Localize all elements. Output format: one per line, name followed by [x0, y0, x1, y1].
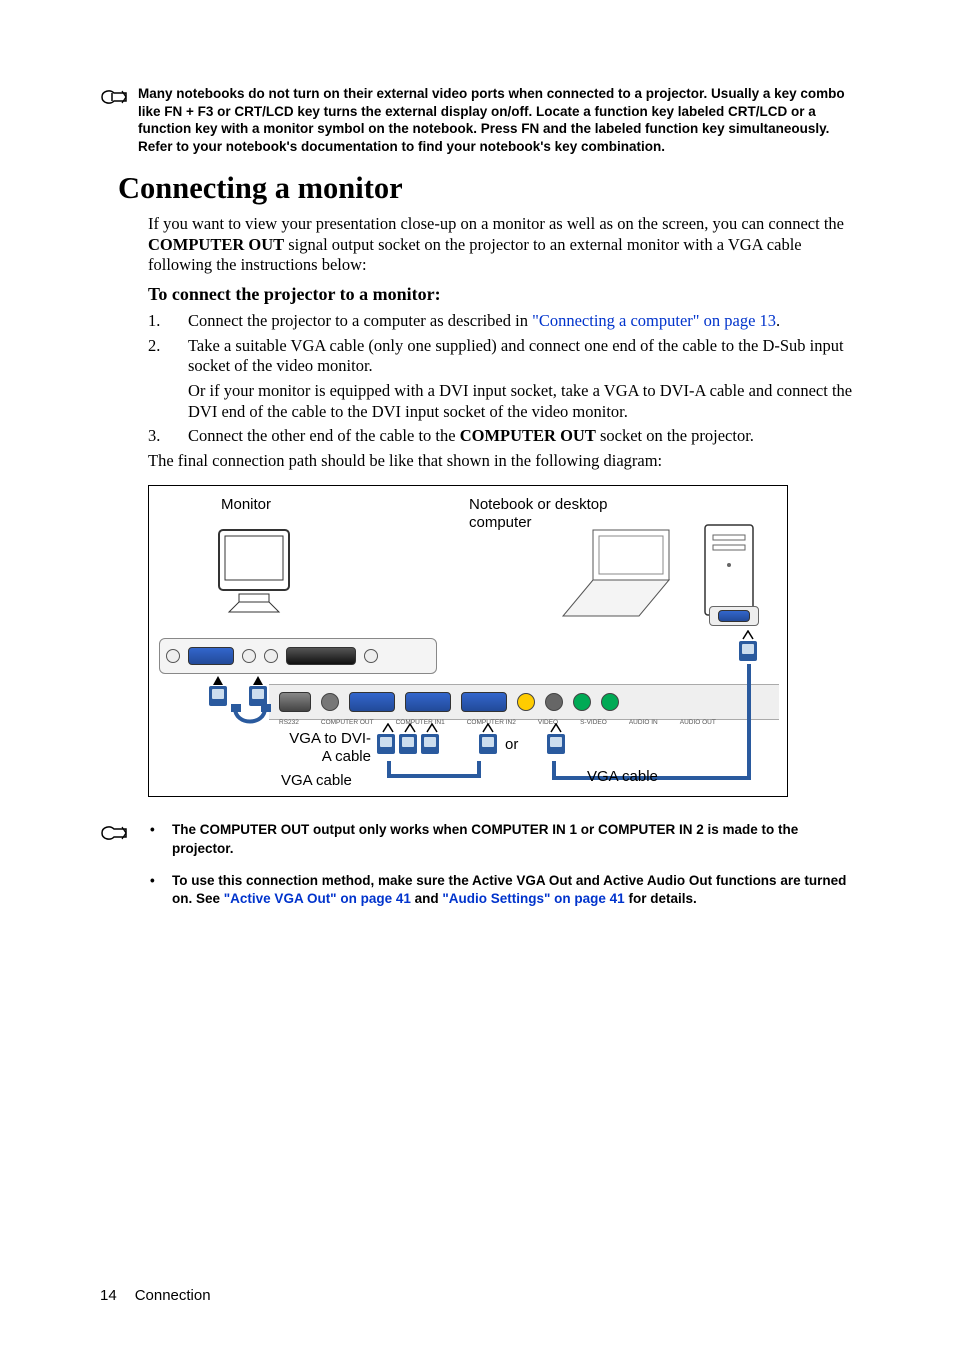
- fn2-mid: and: [411, 891, 443, 906]
- link-active-vga-out[interactable]: "Active VGA Out" on page 41: [224, 891, 411, 906]
- connection-diagram: Monitor Notebook or desktop computer: [148, 485, 788, 797]
- link-connecting-computer[interactable]: "Connecting a computer" on page 13: [532, 311, 776, 330]
- connector-icon: [739, 641, 757, 661]
- step-1-pre: Connect the projector to a computer as d…: [188, 311, 532, 330]
- label-or: or: [505, 736, 518, 753]
- connector-icon: [547, 734, 565, 754]
- label-monitor: Monitor: [221, 496, 271, 513]
- step-1-num: 1.: [148, 311, 166, 332]
- step-1: 1. Connect the projector to a computer a…: [148, 311, 854, 332]
- step-2: 2. Take a suitable VGA cable (only one s…: [148, 336, 854, 423]
- section-name: Connection: [135, 1287, 211, 1304]
- step-2-num: 2.: [148, 336, 166, 423]
- projector-panel: [269, 684, 779, 720]
- step-2-sub: Or if your monitor is equipped with a DV…: [188, 381, 854, 422]
- final-paragraph: The final connection path should be like…: [148, 451, 854, 472]
- note-top-text: Many notebooks do not turn on their exte…: [138, 85, 854, 155]
- note-top: Many notebooks do not turn on their exte…: [100, 85, 854, 155]
- label-vga-dvi: VGA to DVI-A cable: [281, 730, 371, 765]
- hand-point-icon: [100, 85, 132, 155]
- intro-a: If you want to view your presentation cl…: [148, 214, 844, 233]
- intro-paragraph: If you want to view your presentation cl…: [148, 214, 854, 276]
- connector-icon: [421, 734, 439, 754]
- footer-note-1-text: The COMPUTER OUT output only works when …: [172, 821, 854, 857]
- step-1-post: .: [776, 311, 780, 330]
- step-3-bold: COMPUTER OUT: [460, 426, 596, 445]
- monitor-icon: [209, 526, 299, 626]
- intro-bold: COMPUTER OUT: [148, 235, 284, 254]
- step-3: 3. Connect the other end of the cable to…: [148, 426, 854, 447]
- numbered-list: 1. Connect the projector to a computer a…: [148, 311, 854, 447]
- connector-icon: [479, 734, 497, 754]
- label-vga-right: VGA cable: [587, 768, 658, 785]
- link-audio-settings[interactable]: "Audio Settings" on page 41: [442, 891, 624, 906]
- fn2-post: for details.: [625, 891, 697, 906]
- label-vga-left: VGA cable: [281, 772, 352, 789]
- heading-to-connect: To connect the projector to a monitor:: [148, 284, 854, 305]
- step-3-pre: Connect the other end of the cable to th…: [188, 426, 460, 445]
- cable-loop-icon: [231, 704, 271, 734]
- step-2-text: Take a suitable VGA cable (only one supp…: [188, 336, 854, 377]
- connector-icon: [377, 734, 395, 754]
- connector-icon: [399, 734, 417, 754]
- hand-point-icon: [100, 821, 132, 922]
- page-footer: 14 Connection: [100, 1287, 211, 1304]
- connector-icon: [249, 686, 267, 706]
- step-3-num: 3.: [148, 426, 166, 447]
- laptop-icon: [559, 526, 679, 626]
- step-3-post: socket on the projector.: [596, 426, 754, 445]
- page-number: 14: [100, 1287, 117, 1304]
- monitor-ports: [159, 638, 437, 674]
- footer-note-2: • To use this connection method, make su…: [150, 872, 854, 908]
- footer-note-1: • The COMPUTER OUT output only works whe…: [150, 821, 854, 857]
- connector-icon: [209, 686, 227, 706]
- heading-connecting-monitor: Connecting a monitor: [118, 171, 854, 206]
